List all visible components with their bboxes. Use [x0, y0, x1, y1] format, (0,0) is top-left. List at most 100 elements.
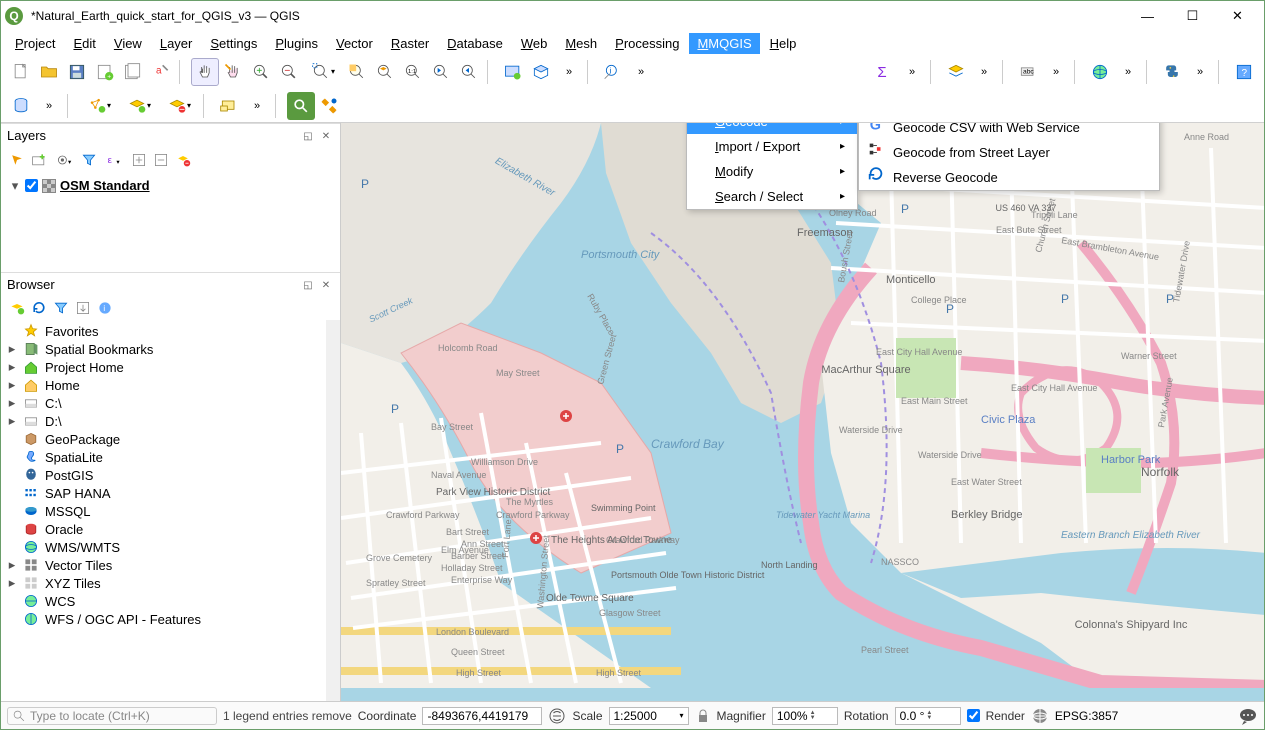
maximize-button[interactable]: ☐: [1170, 2, 1215, 30]
browser-wfs-ogc-api-features[interactable]: WFS / OGC API - Features: [5, 610, 322, 628]
browser-spatialite[interactable]: SpatiaLite: [5, 448, 322, 466]
open-project-button[interactable]: [35, 58, 63, 86]
sigma-button[interactable]: Σ: [870, 58, 898, 86]
toolbar-overflow-2[interactable]: »: [627, 58, 655, 86]
menu-processing[interactable]: Processing: [607, 33, 687, 54]
browser-geopackage[interactable]: GeoPackage: [5, 430, 322, 448]
menu-plugins[interactable]: Plugins: [267, 33, 326, 54]
zoom-native-button[interactable]: 1:1: [399, 58, 427, 86]
coord-field[interactable]: -8493676,4419179: [422, 707, 542, 725]
new-print-layout-button[interactable]: +: [91, 58, 119, 86]
toolbar-overflow-5[interactable]: »: [1042, 58, 1070, 86]
layer-expand-caret[interactable]: ▾: [9, 178, 21, 194]
lock-icon[interactable]: [695, 708, 711, 724]
new-map-view-button[interactable]: [499, 58, 527, 86]
remove-layer-icon[interactable]: [175, 152, 191, 168]
map-canvas[interactable]: P Crawford Bay Portsmouth City Freemason…: [341, 123, 1264, 701]
browser-project-home[interactable]: ▸Project Home: [5, 358, 322, 376]
scrollbar-thumb[interactable]: [327, 322, 339, 352]
minimize-button[interactable]: —: [1125, 2, 1170, 30]
mmqgis-import-export[interactable]: Import / Export▸: [687, 134, 857, 159]
vector-new-button[interactable]: ▾: [79, 92, 119, 120]
layer-item[interactable]: ▾ OSM Standard: [9, 178, 332, 194]
layout-manager-button[interactable]: [119, 58, 147, 86]
browser-home[interactable]: ▸Home: [5, 376, 322, 394]
add-group-icon[interactable]: [31, 152, 47, 168]
save-project-button[interactable]: [63, 58, 91, 86]
filter-browser-icon[interactable]: [53, 300, 69, 316]
mmqgis-geocode[interactable]: Geocode▸: [687, 123, 857, 134]
menu-help[interactable]: Help: [762, 33, 805, 54]
manage-themes-icon[interactable]: ▾: [53, 152, 75, 168]
filter-icon[interactable]: [81, 152, 97, 168]
layer-new-button[interactable]: ▾: [119, 92, 159, 120]
menu-database[interactable]: Database: [439, 33, 511, 54]
zoom-layer-button[interactable]: [371, 58, 399, 86]
search-button[interactable]: [287, 92, 315, 120]
menu-edit[interactable]: Edit: [65, 33, 103, 54]
db-button[interactable]: [7, 92, 35, 120]
zoom-out-button[interactable]: [275, 58, 303, 86]
python-button[interactable]: [1158, 58, 1186, 86]
panel-close-icon[interactable]: ✕: [318, 277, 334, 293]
toolbar-overflow-6[interactable]: »: [1114, 58, 1142, 86]
browser-oracle[interactable]: Oracle: [5, 520, 322, 538]
help-button[interactable]: ?: [1230, 58, 1258, 86]
layer-styling-icon[interactable]: [9, 152, 25, 168]
pan-to-selection-button[interactable]: [219, 58, 247, 86]
identify-button[interactable]: i: [599, 58, 627, 86]
rotation-field[interactable]: 0.0 °▲▼: [895, 707, 961, 725]
render-checkbox[interactable]: [967, 709, 980, 722]
crs-icon[interactable]: [1031, 707, 1049, 725]
remove-layer-button[interactable]: ▾: [159, 92, 199, 120]
panel-close-icon[interactable]: ✕: [318, 129, 334, 145]
expression-filter-icon[interactable]: ε▾: [103, 152, 125, 168]
add-layer-icon[interactable]: [9, 300, 25, 316]
style-manager-button[interactable]: a: [147, 58, 175, 86]
browser-vector-tiles[interactable]: ▸Vector Tiles: [5, 556, 322, 574]
browser-d-[interactable]: ▸D:\: [5, 412, 322, 430]
menu-vector[interactable]: Vector: [328, 33, 381, 54]
extents-icon[interactable]: [548, 707, 566, 725]
close-button[interactable]: ✕: [1215, 2, 1260, 30]
new-3d-view-button[interactable]: [527, 58, 555, 86]
properties-icon[interactable]: i: [97, 300, 113, 316]
toolbar-overflow-4[interactable]: »: [970, 58, 998, 86]
zoom-full-button[interactable]: ▾: [303, 58, 343, 86]
mmqgis-modify[interactable]: Modify▸: [687, 159, 857, 184]
panel-undock-icon[interactable]: ◱: [300, 129, 316, 145]
zoom-last-button[interactable]: [427, 58, 455, 86]
zoom-in-button[interactable]: [247, 58, 275, 86]
locator-input[interactable]: Type to locate (Ctrl+K): [7, 707, 217, 725]
crs-label[interactable]: EPSG:3857: [1055, 709, 1118, 723]
toolbar2-overflow-2[interactable]: »: [243, 92, 271, 120]
panel-undock-icon[interactable]: ◱: [300, 277, 316, 293]
mmqgis-search-select[interactable]: Search / Select▸: [687, 184, 857, 209]
menu-layer[interactable]: Layer: [152, 33, 201, 54]
menu-raster[interactable]: Raster: [383, 33, 437, 54]
geocode-geocode-from-street-layer[interactable]: Geocode from Street Layer: [859, 140, 1159, 165]
collapse-browser-icon[interactable]: [75, 300, 91, 316]
browser-xyz-tiles[interactable]: ▸XYZ Tiles: [5, 574, 322, 592]
menu-settings[interactable]: Settings: [202, 33, 265, 54]
menu-view[interactable]: View: [106, 33, 150, 54]
refresh-icon[interactable]: [31, 300, 47, 316]
toolbar2-overflow-1[interactable]: »: [35, 92, 63, 120]
menu-mmqgis[interactable]: MMQGIS: [689, 33, 759, 54]
layers-button[interactable]: [942, 58, 970, 86]
expand-all-icon[interactable]: [131, 152, 147, 168]
new-project-button[interactable]: [7, 58, 35, 86]
browser-postgis[interactable]: PostGIS: [5, 466, 322, 484]
scale-field[interactable]: 1:25000▾: [609, 707, 689, 725]
browser-c-[interactable]: ▸C:\: [5, 394, 322, 412]
web-button[interactable]: [1086, 58, 1114, 86]
pan-button[interactable]: [191, 58, 219, 86]
messages-icon[interactable]: [1238, 706, 1258, 726]
browser-wcs[interactable]: WCS: [5, 592, 322, 610]
label-button[interactable]: abc: [1014, 58, 1042, 86]
browser-wms-wmts[interactable]: WMS/WMTS: [5, 538, 322, 556]
deselect-button[interactable]: [215, 92, 243, 120]
toolbar-overflow-3[interactable]: »: [898, 58, 926, 86]
geocode-reverse-geocode[interactable]: Reverse Geocode: [859, 165, 1159, 190]
collapse-all-icon[interactable]: [153, 152, 169, 168]
